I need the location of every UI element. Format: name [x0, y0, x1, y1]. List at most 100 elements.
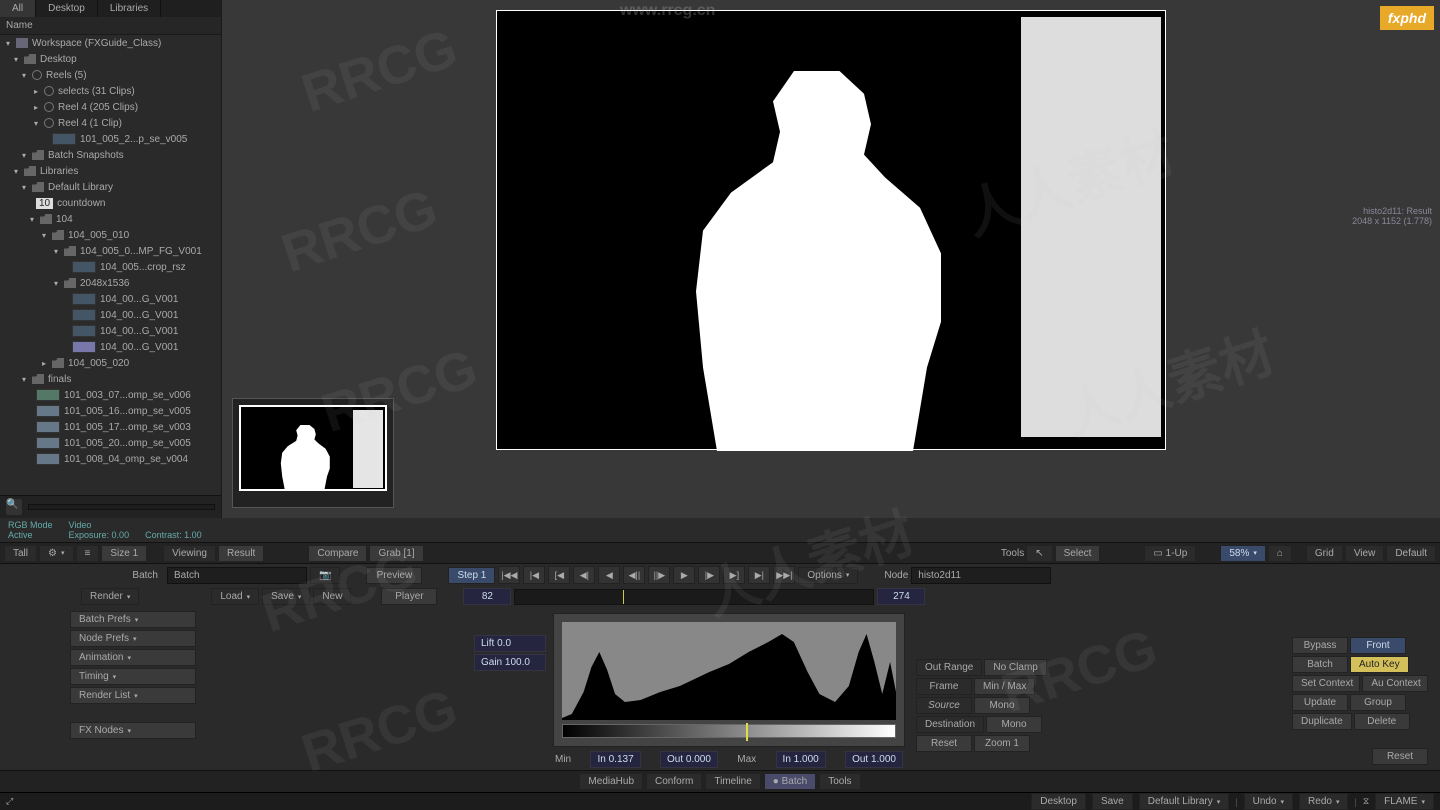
out-point-icon[interactable]: ▶] [723, 566, 745, 584]
tab-conform[interactable]: Conform [646, 773, 702, 790]
minmax-button[interactable]: Min / Max [974, 678, 1035, 695]
animation-button[interactable]: Animation [70, 649, 196, 666]
tree-104-005-020[interactable]: ▸104_005_020 [0, 355, 221, 371]
save-button[interactable]: Save [262, 588, 310, 605]
tab-batch[interactable]: ● Batch [764, 773, 816, 790]
tab-desktop[interactable]: Desktop [36, 0, 98, 17]
tree-libraries[interactable]: ▾Libraries [0, 163, 221, 179]
tree-fin4[interactable]: 101_005_20...omp_se_v005 [0, 435, 221, 451]
batch-button[interactable]: Batch [1292, 656, 1348, 673]
goto-start-icon[interactable]: |◀◀ [498, 566, 520, 584]
tree-fin5[interactable]: 101_008_04_omp_se_v004 [0, 451, 221, 467]
step-fwd-icon[interactable]: |▶ [698, 566, 720, 584]
dest-mono[interactable]: Mono [986, 716, 1042, 733]
tree-reels[interactable]: ▾Reels (5) [0, 67, 221, 83]
timing-button[interactable]: Timing [70, 668, 196, 685]
goto-end-icon[interactable]: ▶▶| [773, 566, 795, 584]
play-back-icon[interactable]: ◀ [598, 566, 620, 584]
next-key-icon[interactable]: ▶| [748, 566, 770, 584]
list-icon[interactable]: ≡ [76, 545, 100, 562]
tab-mediahub[interactable]: MediaHub [579, 773, 643, 790]
tree-finals[interactable]: ▾finals [0, 371, 221, 387]
tree-104-005-crop[interactable]: 104_005...crop_rsz [0, 259, 221, 275]
tree-selects[interactable]: ▸selects (31 Clips) [0, 83, 221, 99]
desktop-button[interactable]: Desktop [1031, 793, 1086, 810]
tree-g4[interactable]: 104_00...G_V001 [0, 339, 221, 355]
tree-desktop[interactable]: ▾Desktop [0, 51, 221, 67]
expand-icon[interactable]: ⤢ [6, 796, 13, 807]
grid-button[interactable]: Grid [1306, 545, 1343, 562]
flame-menu[interactable]: FLAME [1375, 793, 1434, 810]
node-prefs-button[interactable]: Node Prefs [70, 630, 196, 647]
media-tree[interactable]: ▾Workspace (FXGuide_Class) ▾Desktop ▾Ree… [0, 35, 221, 495]
gear-menu[interactable]: ⚙ [39, 545, 73, 562]
node-field[interactable]: histo2d11 [911, 567, 1051, 584]
frame-back-icon[interactable]: ◀|| [623, 566, 645, 584]
fx-nodes-button[interactable]: FX Nodes [70, 722, 196, 739]
tree-g2[interactable]: 104_00...G_V001 [0, 307, 221, 323]
grab-button[interactable]: Grab [1] [369, 545, 423, 562]
front-button[interactable]: Front [1350, 637, 1406, 654]
tree-104-005-010[interactable]: ▾104_005_010 [0, 227, 221, 243]
home-icon[interactable]: ⌂ [1268, 545, 1292, 562]
reset-button[interactable]: Reset [1372, 748, 1428, 765]
compare-button[interactable]: Compare [308, 545, 367, 562]
tree-fin2[interactable]: 101_005_16...omp_se_v005 [0, 403, 221, 419]
delete-button[interactable]: Delete [1354, 713, 1410, 730]
gradient-bar[interactable] [562, 724, 896, 738]
batch-prefs-button[interactable]: Batch Prefs [70, 611, 196, 628]
au-context-button[interactable]: Au Context [1362, 675, 1428, 692]
tree-batch-snapshots[interactable]: ▾Batch Snapshots [0, 147, 221, 163]
default-button[interactable]: Default [1386, 545, 1436, 562]
tree-104[interactable]: ▾104 [0, 211, 221, 227]
zoom-dropdown[interactable]: 58% [1220, 545, 1266, 562]
camera-icon[interactable]: 📷 [310, 567, 340, 584]
histogram[interactable] [562, 622, 896, 720]
new-button[interactable]: New [313, 588, 351, 605]
tree-104-005-mp-fg[interactable]: ▾104_005_0...MP_FG_V001 [0, 243, 221, 259]
frame-fwd-icon[interactable]: ||▶ [648, 566, 670, 584]
tree-g3[interactable]: 104_00...G_V001 [0, 323, 221, 339]
undo-button[interactable]: Undo [1244, 793, 1293, 810]
select-tool[interactable]: Select [1055, 545, 1101, 562]
play-icon[interactable]: ▶ [673, 566, 695, 584]
size-button[interactable]: Size 1 [101, 545, 147, 562]
set-context-button[interactable]: Set Context [1292, 675, 1360, 692]
view-button[interactable]: View [1345, 545, 1385, 562]
step-button[interactable]: Step 1 [448, 567, 495, 584]
current-frame[interactable]: 82 [463, 588, 511, 605]
tab-all[interactable]: All [0, 0, 36, 17]
tab-timeline[interactable]: Timeline [705, 773, 760, 790]
render-dropdown[interactable]: Render [81, 588, 139, 605]
load-button[interactable]: Load [211, 588, 259, 605]
out-high[interactable]: Out 1.000 [845, 751, 903, 768]
viewport[interactable] [222, 0, 1440, 518]
search-input[interactable] [28, 504, 215, 510]
in-high[interactable]: In 1.000 [776, 751, 826, 768]
preview-thumbnail[interactable] [232, 398, 394, 508]
tall-button[interactable]: Tall [4, 545, 37, 562]
layout-1up[interactable]: ▭ 1-Up [1144, 545, 1196, 562]
auto-key-button[interactable]: Auto Key [1350, 656, 1409, 673]
tree-countdown[interactable]: 10countdown [0, 195, 221, 211]
out-low[interactable]: Out 0.000 [660, 751, 718, 768]
zoom1-button[interactable]: Zoom 1 [974, 735, 1030, 752]
search-icon[interactable]: 🔍 [6, 499, 22, 515]
tree-g1[interactable]: 104_00...G_V001 [0, 291, 221, 307]
gain-field[interactable]: Gain 100.0 [474, 654, 546, 671]
end-frame[interactable]: 274 [877, 588, 925, 605]
arrow-icon[interactable]: ↖ [1026, 545, 1052, 562]
duplicate-button[interactable]: Duplicate [1292, 713, 1352, 730]
tree-2048x1536[interactable]: ▾2048x1536 [0, 275, 221, 291]
tab-tools[interactable]: Tools [819, 773, 860, 790]
redo-button[interactable]: Redo [1299, 793, 1348, 810]
update-button[interactable]: Update [1292, 694, 1348, 711]
tree-reel4-1[interactable]: ▾Reel 4 (1 Clip) [0, 115, 221, 131]
in-point-icon[interactable]: [◀ [548, 566, 570, 584]
step-back-icon[interactable]: ◀| [573, 566, 595, 584]
preview-button[interactable]: Preview [366, 567, 422, 584]
no-clamp-button[interactable]: No Clamp [984, 659, 1046, 676]
tree-fin3[interactable]: 101_005_17...omp_se_v003 [0, 419, 221, 435]
group-button[interactable]: Group [1350, 694, 1406, 711]
render-list-button[interactable]: Render List [70, 687, 196, 704]
